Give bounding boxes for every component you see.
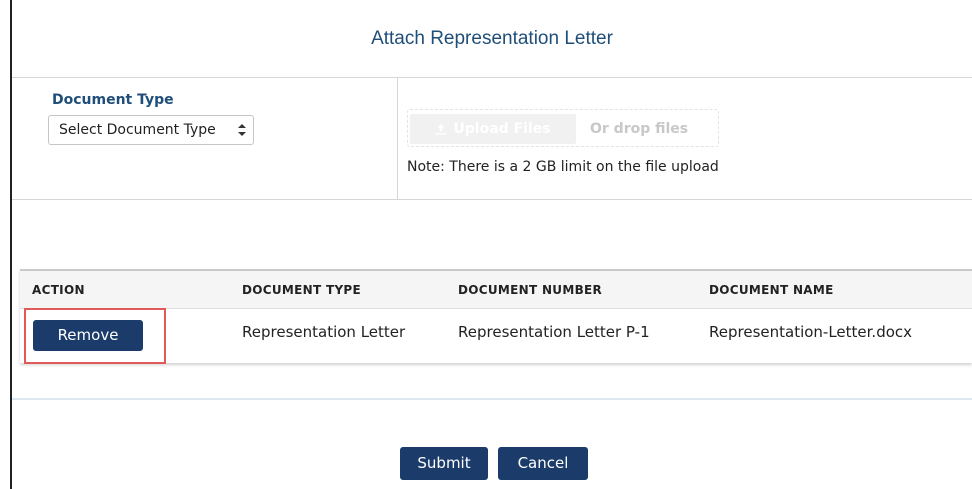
select-spinner-icon: [238, 124, 246, 136]
column-header-document-name: DOCUMENT NAME: [709, 283, 834, 297]
column-header-document-number: DOCUMENT NUMBER: [458, 283, 603, 297]
document-type-selected-value: Select Document Type: [59, 122, 216, 138]
document-type-select[interactable]: Select Document Type: [48, 115, 254, 145]
column-header-document-type: DOCUMENT TYPE: [242, 283, 362, 297]
upload-icon: [436, 124, 447, 135]
footer-divider: [12, 398, 972, 400]
file-dropzone[interactable]: Upload Files Or drop files: [407, 109, 719, 147]
document-type-label: Document Type: [52, 92, 174, 108]
cell-document-name: Representation-Letter.docx: [709, 323, 913, 341]
column-header-action: ACTION: [32, 283, 85, 297]
upload-limit-note: Note: There is a 2 GB limit on the file …: [407, 159, 719, 175]
dialog-title: Attach Representation Letter: [371, 28, 613, 49]
cell-document-number: Representation Letter P-1: [458, 323, 650, 341]
dialog-header: Attach Representation Letter: [12, 0, 972, 78]
column-divider: [397, 78, 398, 199]
table-row: Remove Representation Letter Representat…: [20, 309, 972, 361]
cancel-button[interactable]: Cancel: [498, 447, 588, 480]
upload-files-label: Upload Files: [453, 121, 551, 137]
table-header: ACTION DOCUMENT TYPE DOCUMENT NUMBER DOC…: [20, 271, 972, 309]
remove-button[interactable]: Remove: [33, 320, 143, 351]
submit-button[interactable]: Submit: [400, 447, 488, 480]
dialog: Attach Representation Letter Document Ty…: [10, 0, 972, 489]
cell-document-type: Representation Letter: [242, 323, 406, 341]
drop-files-text: Or drop files: [590, 121, 689, 137]
documents-table: ACTION DOCUMENT TYPE DOCUMENT NUMBER DOC…: [20, 269, 972, 363]
upload-section: Document Type Select Document Type Uploa…: [12, 78, 972, 200]
upload-files-button[interactable]: Upload Files: [410, 114, 576, 144]
